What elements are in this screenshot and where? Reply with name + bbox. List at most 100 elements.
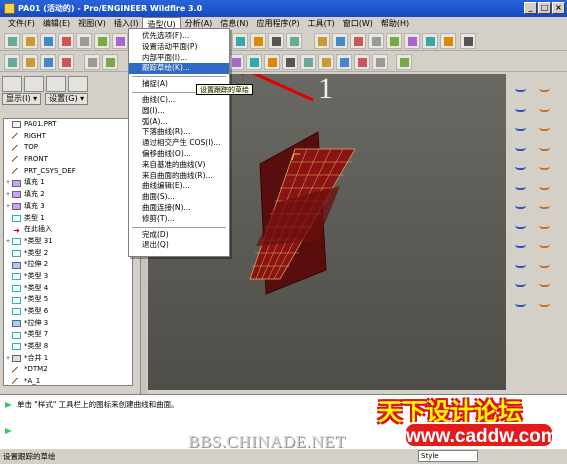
done-check-icon[interactable]: [512, 295, 530, 311]
tb1-tool-button[interactable]: [386, 33, 402, 49]
tb1-tool-button[interactable]: [268, 33, 284, 49]
tab-connections[interactable]: [68, 76, 88, 92]
style-menu-item-9[interactable]: 通过相交产生 COS(I)...: [129, 138, 229, 149]
style-menu-item-1[interactable]: 设置活动平面(P): [129, 42, 229, 53]
tb1-tool-button[interactable]: [332, 33, 348, 49]
connect-icon[interactable]: [512, 256, 530, 272]
tb1-tool-button[interactable]: [286, 33, 302, 49]
tree-item[interactable]: *类型 2: [4, 248, 132, 260]
cos-icon[interactable]: [536, 197, 554, 213]
tb1-tool-button[interactable]: [94, 33, 110, 49]
menu-item-10[interactable]: 帮助(H): [377, 17, 413, 30]
style-menu-item-5[interactable]: 曲线(C)...: [129, 95, 229, 106]
offset-icon[interactable]: [536, 217, 554, 233]
tab-folder-browser[interactable]: [24, 76, 44, 92]
expand-icon[interactable]: +: [4, 177, 12, 189]
tb2-tool-button[interactable]: [336, 54, 352, 70]
tree-item[interactable]: *DTM2: [4, 364, 132, 376]
tb1-tool-button[interactable]: [58, 33, 74, 49]
style-menu-item-11[interactable]: 来自基准的曲线(V): [129, 160, 229, 171]
tb1-tool-button[interactable]: [440, 33, 456, 49]
circle-icon[interactable]: [536, 139, 554, 155]
tb1-tool-button[interactable]: [22, 33, 38, 49]
tb2-tool-button[interactable]: [4, 54, 20, 70]
settings-dropdown[interactable]: 设置(G) ▾: [45, 93, 89, 105]
curve-icon[interactable]: [512, 100, 530, 116]
tb2-tool-button[interactable]: [318, 54, 334, 70]
tb1-tool-button[interactable]: [404, 33, 420, 49]
tb1-tool-button[interactable]: [422, 33, 438, 49]
tb1-tool-button[interactable]: [350, 33, 366, 49]
tree-item[interactable]: *类型 5: [4, 294, 132, 306]
tb2-tool-button[interactable]: [246, 54, 262, 70]
tree-item[interactable]: *拉伸 2: [4, 259, 132, 271]
menu-item-7[interactable]: 应用程序(P): [253, 17, 304, 30]
tree-item[interactable]: RIGHT: [4, 131, 132, 143]
offset-icon[interactable]: [512, 217, 530, 233]
menu-item-9[interactable]: 窗口(W): [339, 17, 377, 30]
arc-icon[interactable]: [512, 158, 530, 174]
style-menu-item-0[interactable]: 优先选项(F)...: [129, 31, 229, 42]
trim-icon[interactable]: [536, 275, 554, 291]
tb1-tool-button[interactable]: [314, 33, 330, 49]
style-menu-item-6[interactable]: 圆(I)...: [129, 106, 229, 117]
trim-icon[interactable]: [512, 275, 530, 291]
tb2-tool-button[interactable]: [84, 54, 100, 70]
tree-item[interactable]: + 填充 2: [4, 189, 132, 201]
arc-icon[interactable]: [536, 158, 554, 174]
drop-curve-icon[interactable]: [536, 178, 554, 194]
tree-item[interactable]: + *类型 31: [4, 236, 132, 248]
expand-icon[interactable]: +: [4, 353, 12, 365]
style-menu-item-10[interactable]: 偏移曲线(O)...: [129, 149, 229, 160]
style-menu-item-12[interactable]: 来自曲面的曲线(R)...: [129, 171, 229, 182]
tb1-tool-button[interactable]: [368, 33, 384, 49]
cos-icon[interactable]: [512, 197, 530, 213]
tb1-tool-button[interactable]: [250, 33, 266, 49]
tb1-tool-button[interactable]: [76, 33, 92, 49]
curve-edit-icon[interactable]: [536, 119, 554, 135]
style-menu-item-2[interactable]: 内部平面(I)...: [129, 53, 229, 64]
tb2-tool-button[interactable]: [22, 54, 38, 70]
show-dropdown[interactable]: 显示(I) ▾: [2, 93, 42, 105]
drop-curve-icon[interactable]: [512, 178, 530, 194]
tree-item[interactable]: + 填充 1: [4, 177, 132, 189]
curve-edit-icon[interactable]: [512, 119, 530, 135]
style-menu-item-14[interactable]: 曲面(S)...: [129, 192, 229, 203]
close-button[interactable]: ×: [552, 2, 565, 14]
select-arrow-icon[interactable]: [512, 80, 530, 96]
tb1-tool-button[interactable]: [4, 33, 20, 49]
menu-item-1[interactable]: 编辑(E): [39, 17, 74, 30]
style-menu-item-7[interactable]: 弧(A)...: [129, 117, 229, 128]
tab-model-tree[interactable]: [2, 76, 22, 92]
connect-icon[interactable]: [536, 256, 554, 272]
tb2-tool-button[interactable]: [354, 54, 370, 70]
tree-item[interactable]: 类型 1: [4, 213, 132, 225]
tb1-tool-button[interactable]: [460, 33, 476, 49]
menu-item-2[interactable]: 视图(V): [74, 17, 110, 30]
tb1-tool-button[interactable]: [40, 33, 56, 49]
menu-item-0[interactable]: 文件(F): [4, 17, 39, 30]
tb2-tool-button[interactable]: [372, 54, 388, 70]
surface-icon[interactable]: [536, 236, 554, 252]
tree-item[interactable]: *类型 7: [4, 329, 132, 341]
tb2-tool-button[interactable]: [102, 54, 118, 70]
tb2-tool-button[interactable]: [228, 54, 244, 70]
style-menu-item-18[interactable]: 退出(Q): [129, 240, 229, 251]
tree-item[interactable]: *A_1: [4, 376, 132, 385]
tb1-tool-button[interactable]: [232, 33, 248, 49]
tree-item[interactable]: *类型 8: [4, 341, 132, 353]
tb2-tool-button[interactable]: [58, 54, 74, 70]
menu-item-8[interactable]: 工具(T): [304, 17, 339, 30]
tree-item[interactable]: PA01.PRT: [4, 119, 132, 131]
tree-item[interactable]: PRT_CSYS_DEF: [4, 166, 132, 178]
tb2-tool-button[interactable]: [282, 54, 298, 70]
style-menu-item-16[interactable]: 修剪(T)...: [129, 214, 229, 225]
expand-icon[interactable]: +: [4, 201, 12, 213]
tb2-tool-button[interactable]: [396, 54, 412, 70]
tree-item[interactable]: ➜ 在此插入: [4, 224, 132, 236]
tree-item[interactable]: *拉伸 3: [4, 318, 132, 330]
tree-item[interactable]: *类型 4: [4, 283, 132, 295]
tb2-tool-button[interactable]: [264, 54, 280, 70]
style-menu-item-15[interactable]: 曲面连接(N)...: [129, 203, 229, 214]
done-check-icon[interactable]: [536, 295, 554, 311]
